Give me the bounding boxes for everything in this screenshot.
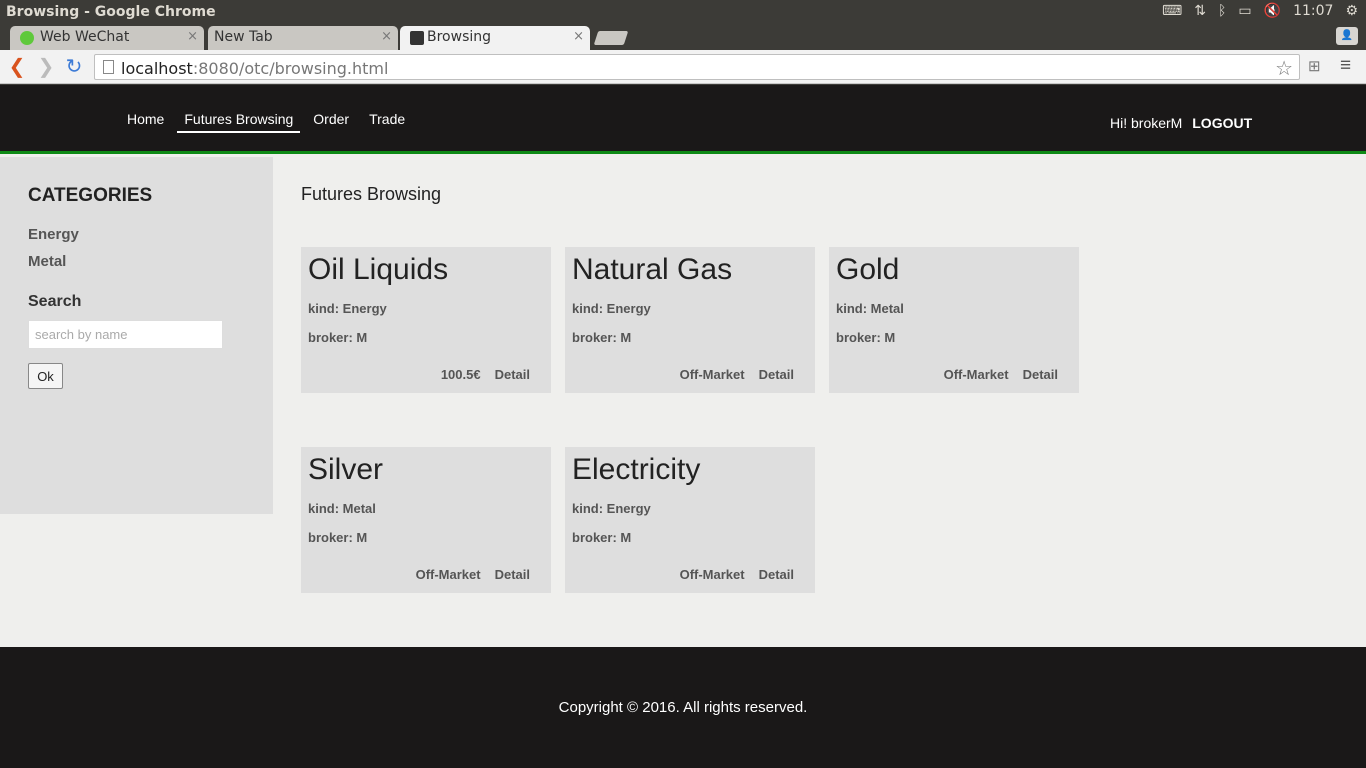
- clock[interactable]: 11:07: [1293, 3, 1333, 19]
- card-status: Off-Market: [943, 367, 1009, 382]
- close-tab-icon[interactable]: ×: [381, 29, 392, 44]
- card-broker: broker: M: [572, 530, 632, 545]
- extension-icon[interactable]: ⊞: [1308, 57, 1321, 75]
- site-footer: Copyright © 2016. All rights reserved.: [0, 647, 1366, 768]
- card-footer: Off-Market Detail: [416, 567, 530, 582]
- url-host: localhost: [121, 59, 193, 78]
- card-kind: kind: Energy: [572, 501, 651, 516]
- card-name: Oil Liquids: [308, 253, 449, 286]
- category-metal[interactable]: Metal: [28, 253, 66, 270]
- tab-new-tab[interactable]: New Tab ×: [208, 26, 398, 50]
- card-kind: kind: Metal: [836, 301, 904, 316]
- bluetooth-icon[interactable]: ᛒ: [1218, 3, 1226, 19]
- battery-icon[interactable]: ▭: [1238, 3, 1251, 19]
- os-top-bar: Browsing - Google Chrome ⌨ ⇅ ᛒ ▭ 🔇 11:07…: [0, 0, 1366, 24]
- window-title: Browsing - Google Chrome: [6, 4, 216, 20]
- nav-futures-browsing[interactable]: Futures Browsing: [177, 111, 301, 133]
- detail-link[interactable]: Detail: [759, 367, 794, 382]
- address-bar[interactable]: localhost:8080/otc/browsing.html ☆: [94, 54, 1300, 80]
- os-indicators: ⌨ ⇅ ᛒ ▭ 🔇 11:07 ⚙: [1162, 3, 1358, 19]
- site-header: Home Futures Browsing Order Trade Hi! br…: [0, 85, 1366, 154]
- product-card: Electricity kind: Energy broker: M Off-M…: [565, 447, 815, 593]
- tab-strip: Web WeChat × New Tab × Browsing ×: [0, 24, 1366, 50]
- card-kind: kind: Energy: [572, 301, 651, 316]
- detail-link[interactable]: Detail: [1023, 367, 1058, 382]
- card-name: Electricity: [572, 453, 701, 486]
- reload-icon[interactable]: ↻: [63, 55, 85, 77]
- url-path: :8080/otc/browsing.html: [192, 59, 389, 78]
- categories-heading: CATEGORIES: [28, 185, 153, 206]
- card-broker: broker: M: [308, 330, 368, 345]
- nav-order[interactable]: Order: [306, 111, 356, 133]
- bookmark-star-icon[interactable]: ☆: [1275, 56, 1293, 81]
- keyboard-icon[interactable]: ⌨: [1162, 3, 1182, 19]
- search-input[interactable]: [28, 320, 223, 349]
- tab-browsing[interactable]: Browsing ×: [400, 26, 590, 50]
- card-footer: Off-Market Detail: [680, 567, 794, 582]
- network-icon[interactable]: ⇅: [1194, 3, 1206, 19]
- tab-web-wechat[interactable]: Web WeChat ×: [10, 26, 204, 50]
- ok-button[interactable]: Ok: [28, 363, 63, 389]
- card-status: Off-Market: [415, 567, 481, 582]
- settings-gear-icon[interactable]: ⚙: [1345, 3, 1358, 19]
- web-page: Home Futures Browsing Order Trade Hi! br…: [0, 85, 1366, 768]
- card-footer: 100.5€ Detail: [441, 367, 530, 382]
- card-name: Gold: [836, 253, 900, 286]
- logout-link[interactable]: LOGOUT: [1192, 115, 1252, 131]
- tab-label: Web WeChat: [40, 29, 130, 45]
- detail-link[interactable]: Detail: [759, 567, 794, 582]
- close-tab-icon[interactable]: ×: [573, 29, 584, 44]
- card-price: 100.5€: [440, 367, 481, 382]
- browser-toolbar: ❮ ❯ ↻ localhost:8080/otc/browsing.html ☆…: [0, 50, 1366, 84]
- url-text[interactable]: localhost:8080/otc/browsing.html: [121, 59, 388, 78]
- card-kind: kind: Metal: [308, 501, 376, 516]
- card-footer: Off-Market Detail: [944, 367, 1058, 382]
- nav-home[interactable]: Home: [120, 111, 171, 133]
- detail-link[interactable]: Detail: [495, 367, 530, 382]
- profile-icon[interactable]: 👤: [1336, 27, 1358, 45]
- product-card: Oil Liquids kind: Energy broker: M 100.5…: [301, 247, 551, 393]
- card-broker: broker: M: [572, 330, 632, 345]
- search-heading: Search: [28, 293, 82, 310]
- sidebar: CATEGORIES Energy Metal Search Ok: [0, 157, 273, 514]
- product-card: Gold kind: Metal broker: M Off-Market De…: [829, 247, 1079, 393]
- product-card: Silver kind: Metal broker: M Off-Market …: [301, 447, 551, 593]
- card-status: Off-Market: [679, 567, 745, 582]
- chrome-menu-icon[interactable]: ≡: [1340, 55, 1351, 77]
- product-card: Natural Gas kind: Energy broker: M Off-M…: [565, 247, 815, 393]
- card-name: Natural Gas: [572, 253, 733, 286]
- close-tab-icon[interactable]: ×: [187, 29, 198, 44]
- volume-muted-icon[interactable]: 🔇: [1264, 3, 1281, 19]
- card-broker: broker: M: [836, 330, 896, 345]
- page-title: Futures Browsing: [301, 184, 442, 204]
- tab-label: New Tab: [214, 29, 273, 45]
- category-energy[interactable]: Energy: [28, 226, 79, 243]
- card-kind: kind: Energy: [308, 301, 387, 316]
- card-footer: Off-Market Detail: [680, 367, 794, 382]
- card-status: Off-Market: [679, 367, 745, 382]
- page-icon: [103, 60, 114, 74]
- page-favicon-icon: [410, 31, 424, 45]
- copyright-text: Copyright © 2016. All rights reserved.: [558, 699, 808, 716]
- detail-link[interactable]: Detail: [495, 567, 530, 582]
- back-arrow-icon[interactable]: ❮: [6, 55, 28, 77]
- card-name: Silver: [308, 453, 384, 486]
- wechat-favicon-icon: [20, 31, 34, 45]
- forward-arrow-icon[interactable]: ❯: [35, 55, 57, 77]
- tab-label: Browsing: [427, 29, 492, 45]
- main-nav: Home Futures Browsing Order Trade: [120, 111, 418, 133]
- user-greeting: Hi! brokerM: [1110, 115, 1183, 131]
- new-tab-button[interactable]: [593, 31, 629, 45]
- user-area: Hi! brokerM LOGOUT: [1110, 115, 1252, 131]
- nav-trade[interactable]: Trade: [362, 111, 412, 133]
- card-broker: broker: M: [308, 530, 368, 545]
